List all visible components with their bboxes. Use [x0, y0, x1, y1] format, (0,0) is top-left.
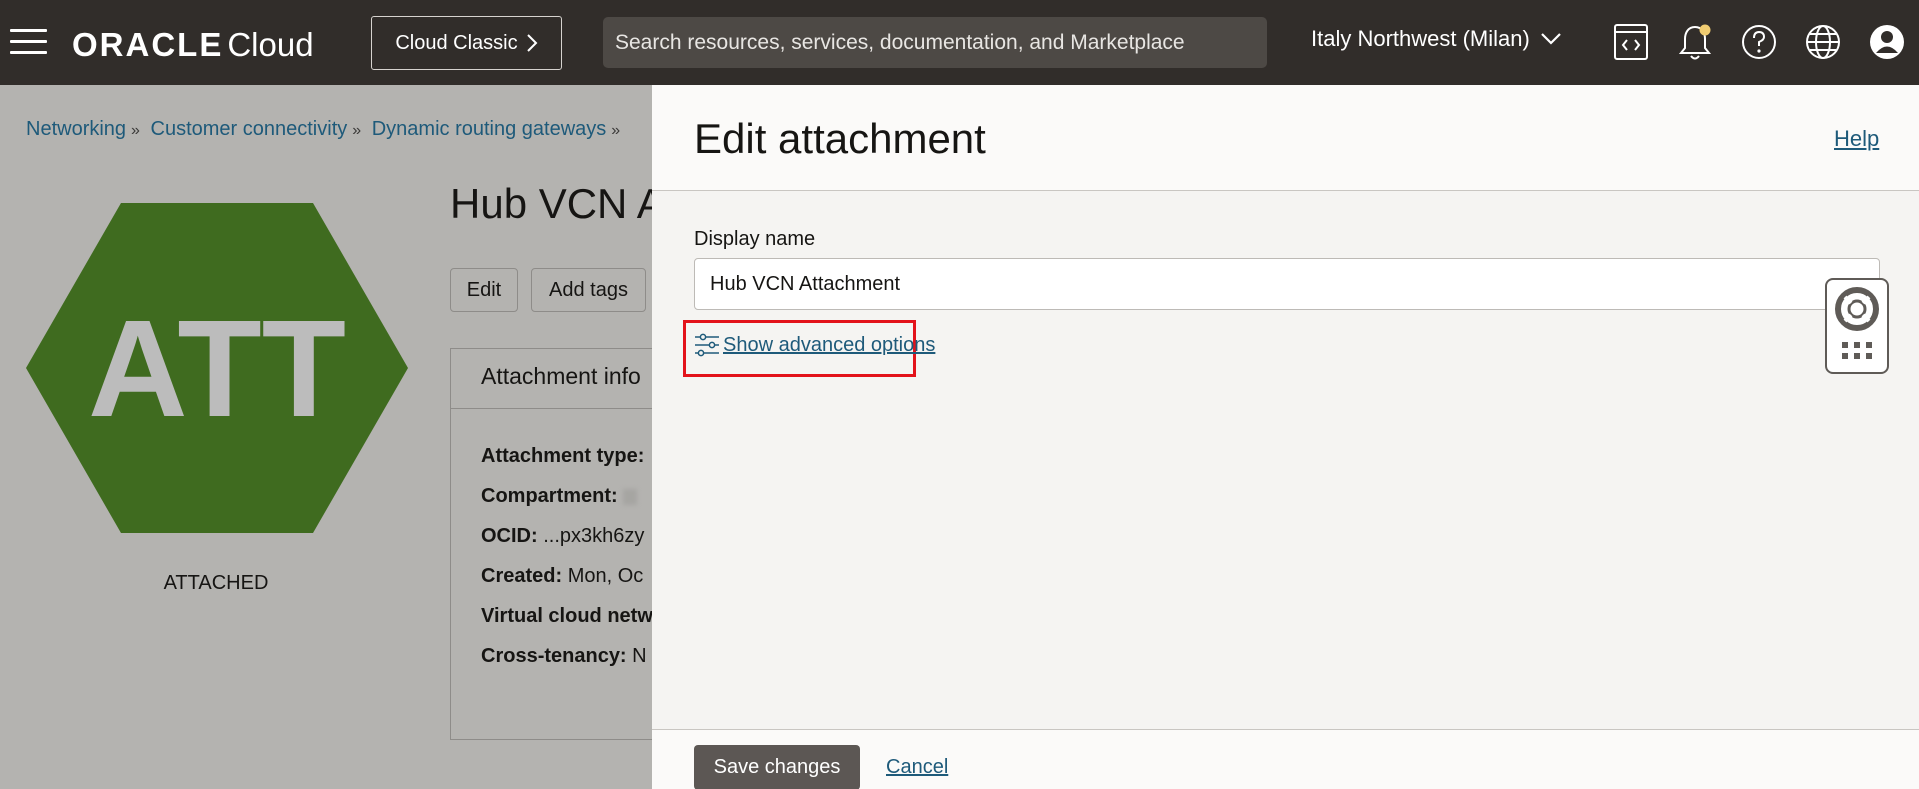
top-navigation-bar: ORACLECloud Cloud Classic Italy Northwes… [0, 0, 1919, 85]
brand-name: ORACLE [72, 26, 224, 63]
chevron-right-icon [526, 34, 538, 52]
info-value: Mon, Oc [567, 565, 644, 587]
save-changes-button[interactable]: Save changes [694, 745, 860, 789]
resource-badge-hexagon: ATT [26, 203, 408, 533]
info-label: OCID: [481, 525, 538, 547]
oracle-cloud-logo[interactable]: ORACLE Cloud [72, 26, 314, 66]
info-label: Created: [481, 565, 563, 587]
edit-attachment-drawer: Edit attachment Help Display name Show a… [652, 85, 1919, 789]
edit-button[interactable]: Edit [450, 268, 518, 312]
breadcrumb: Networking» Customer connectivity» Dynam… [26, 118, 625, 141]
info-label: Attachment type: [481, 445, 645, 467]
globe-icon[interactable] [1802, 21, 1844, 63]
info-label: Virtual cloud netw [481, 605, 653, 627]
breadcrumb-dynamic-routing-gateways[interactable]: Dynamic routing gateways [372, 118, 607, 140]
menu-icon[interactable] [10, 29, 47, 55]
show-advanced-options-label: Show advanced options [723, 333, 936, 356]
bell-icon[interactable] [1674, 21, 1716, 63]
show-advanced-options-link[interactable]: Show advanced options [694, 332, 935, 358]
apps-grid-icon [1842, 342, 1872, 359]
cloud-classic-label: Cloud Classic [395, 31, 518, 54]
display-name-label: Display name [694, 228, 816, 250]
region-selector[interactable]: Italy Northwest (Milan) [1311, 26, 1562, 52]
redacted-value [623, 488, 638, 505]
breadcrumb-separator: » [611, 122, 621, 139]
resource-status: ATTACHED [163, 572, 269, 594]
breadcrumb-customer-connectivity[interactable]: Customer connectivity [151, 118, 348, 140]
region-label: Italy Northwest (Milan) [1311, 26, 1530, 51]
help-icon[interactable] [1738, 21, 1780, 63]
cloud-classic-button[interactable]: Cloud Classic [371, 16, 562, 70]
page-title: Hub VCN A [450, 180, 665, 227]
breadcrumb-networking[interactable]: Networking [26, 118, 126, 140]
info-label: Compartment: [481, 485, 618, 507]
profile-icon[interactable] [1866, 21, 1908, 63]
drawer-title: Edit attachment [694, 115, 986, 162]
display-name-input[interactable] [694, 258, 1880, 310]
code-editor-icon[interactable] [1610, 21, 1652, 63]
breadcrumb-separator: » [352, 122, 362, 139]
sliders-icon [695, 333, 719, 357]
info-value: ...px3kh6zy [543, 525, 645, 547]
resource-badge-text: ATT [88, 292, 346, 446]
chevron-down-icon [1541, 33, 1561, 45]
help-link[interactable]: Help [1834, 126, 1879, 152]
add-tags-button[interactable]: Add tags [531, 268, 646, 312]
drawer-header: Edit attachment Help [652, 85, 1919, 191]
help-widget[interactable] [1825, 278, 1889, 374]
breadcrumb-separator: » [131, 122, 140, 139]
info-label: Cross-tenancy: [481, 645, 627, 667]
info-value: N [632, 645, 647, 667]
lifebuoy-icon [1835, 287, 1879, 331]
brand-suffix: Cloud [227, 26, 314, 63]
cancel-link[interactable]: Cancel [886, 756, 948, 779]
search-input[interactable] [603, 17, 1267, 68]
